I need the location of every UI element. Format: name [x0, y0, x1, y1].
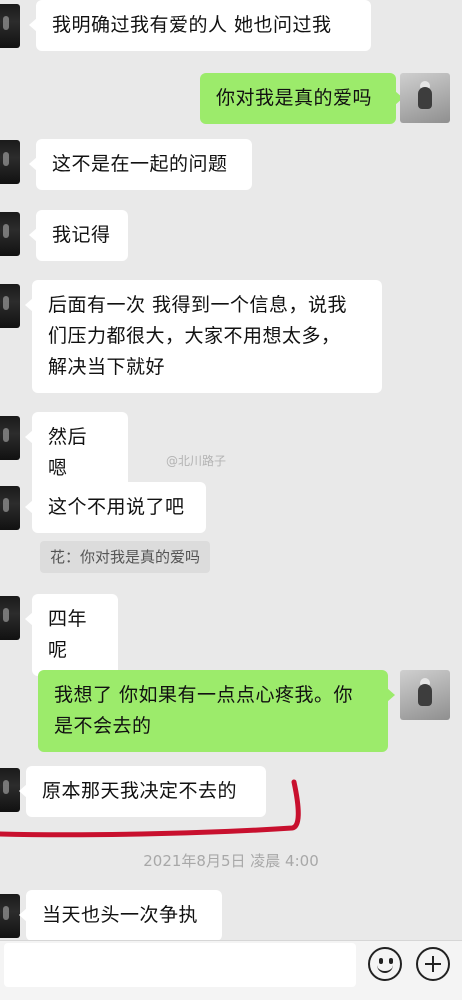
message-text: 然后 嗯	[48, 426, 88, 479]
message-text: 这不是在一起的问题	[52, 153, 228, 175]
message-bubble-left[interactable]: 我明确过我有爱的人 她也问过我	[29, 0, 371, 51]
contact-avatar[interactable]	[0, 596, 20, 640]
message-bubble-left[interactable]: 这个不用说了吧	[25, 482, 206, 533]
message-text: 四年呢	[48, 608, 88, 661]
message-timestamp: 2021年8月5日 凌晨 4:00	[143, 852, 319, 870]
contact-avatar[interactable]	[0, 486, 20, 530]
message-text-line: 们压力都很大，大家不用想太多，	[48, 325, 341, 347]
input-bar	[0, 940, 462, 1000]
message-bubble-left[interactable]: 这不是在一起的问题	[29, 139, 252, 190]
message-text: 我记得	[52, 224, 111, 246]
message-text: 当天也头一次争执	[42, 904, 199, 926]
message-bubble-left[interactable]: 四年呢	[25, 594, 118, 676]
quoted-message[interactable]: 花：你对我是真的爱吗	[40, 541, 211, 573]
quoted-text: 花：你对我是真的爱吗	[50, 548, 201, 566]
watermark: @北川路子	[166, 454, 227, 468]
message-bubble-right[interactable]: 我想了 你如果有一点点心疼我。你 是不会去的	[38, 670, 395, 752]
message-text: 这个不用说了吧	[48, 496, 185, 518]
contact-avatar[interactable]	[0, 212, 20, 256]
message-input[interactable]	[4, 943, 356, 987]
message-text-line: 后面有一次 我得到一个信息，说我	[48, 294, 348, 316]
user-avatar[interactable]	[400, 670, 450, 720]
message-text-line: 我想了 你如果有一点点心疼我。你	[54, 684, 354, 706]
message-text-line: 解决当下就好	[48, 356, 166, 378]
message-bubble-left[interactable]: 后面有一次 我得到一个信息，说我 们压力都很大，大家不用想太多， 解决当下就好	[25, 280, 382, 393]
red-underline-annotation	[0, 779, 301, 838]
message-bubble-left[interactable]: 当天也头一次争执	[19, 890, 222, 940]
plus-circle-icon[interactable]	[416, 947, 450, 981]
contact-avatar[interactable]	[0, 4, 20, 48]
message-text: 我明确过我有爱的人 她也问过我	[52, 14, 332, 36]
message-text-line: 是不会去的	[54, 715, 152, 737]
message-text: 你对我是真的爱吗	[216, 87, 373, 109]
smiley-icon[interactable]	[368, 947, 402, 981]
contact-avatar[interactable]	[0, 284, 20, 328]
contact-avatar[interactable]	[0, 416, 20, 460]
contact-avatar[interactable]	[0, 894, 20, 938]
contact-avatar[interactable]	[0, 140, 20, 184]
chat-area: 我明确过我有爱的人 她也问过我 你对我是真的爱吗 这不是在一起的问题 我记得 后…	[0, 0, 462, 940]
user-avatar[interactable]	[400, 73, 450, 123]
message-bubble-left[interactable]: 我记得	[29, 210, 128, 261]
message-bubble-right[interactable]: 你对我是真的爱吗	[200, 73, 403, 124]
